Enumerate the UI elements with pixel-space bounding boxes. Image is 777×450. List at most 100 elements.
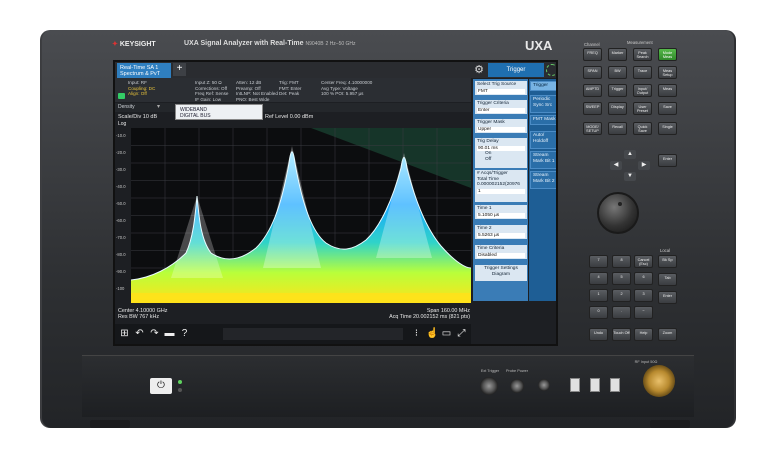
frequency-settings: Center Freq: 4.10000000 Avg Type: Voltage… — [321, 80, 373, 96]
window-icon[interactable]: ▭ — [441, 328, 452, 339]
softkey-time-1[interactable]: Time 1 5.1050 µs — [475, 205, 527, 219]
key-span[interactable]: SPAN — [583, 66, 602, 79]
key-num-3[interactable]: 3 — [634, 289, 653, 302]
key-peak-search[interactable]: Peak Search — [633, 48, 652, 61]
taskbar: ⊞ ↶ ↷ ▬ ? ⁝ ☝ ▭ ⤢ — [115, 324, 471, 344]
product-name: UXA — [525, 38, 553, 53]
key-single[interactable]: Single — [658, 122, 677, 135]
grid-icon[interactable]: ⁝ — [411, 328, 422, 339]
arrow-left-icon[interactable]: ◀ — [610, 161, 622, 170]
power-icon[interactable]: ⏻ — [150, 378, 172, 394]
key-save[interactable]: Save — [658, 102, 677, 115]
view-selector[interactable]: Density ▾ — [115, 103, 471, 112]
tab-periodic-sync[interactable]: Periodic Sync Src — [530, 95, 556, 113]
trigger-settings: Trig: FMT FMT: Enter Det: Peak — [279, 80, 302, 96]
tab-realtime-sa[interactable]: Real-Time SA 1 Spectrum & PvT — [117, 63, 171, 78]
y-tick: -30.0 — [116, 167, 126, 172]
front-connector-panel — [82, 355, 694, 417]
usb-port[interactable] — [570, 378, 580, 392]
ref-level: Ref Level 0.00 dBm — [265, 114, 314, 120]
key-num-8[interactable]: 8 — [612, 255, 631, 268]
gear-icon[interactable]: ⚙ — [473, 64, 485, 76]
arrow-pad: ▲ ◀ ▶ ▼ — [606, 150, 654, 182]
atten-settings: Atten: 12 dB Preamp: Off IntLNP: Not Enabl… — [236, 80, 278, 102]
softkey-trig-delay[interactable]: Trig Delay 90.01 ms On Off — [475, 138, 527, 168]
arrow-down-icon[interactable]: ▼ — [624, 172, 636, 181]
key-num-7[interactable]: 7 — [589, 255, 608, 268]
key-zoom[interactable]: Zoom — [658, 328, 677, 341]
ext-trigger-connector[interactable] — [480, 377, 498, 395]
softkey-acqs-per-trigger[interactable]: # Acqs/Trigger Total Time 0.000002152(2097… — [475, 170, 527, 202]
add-tab-button[interactable]: + — [173, 63, 186, 76]
status-ring-icon[interactable] — [546, 64, 556, 76]
key-sweep[interactable]: SWEEP — [583, 102, 602, 115]
fullscreen-icon[interactable]: ⤢ — [456, 328, 467, 339]
foot — [90, 420, 130, 428]
key-trigger[interactable]: Trigger — [608, 84, 627, 97]
key-enter[interactable]: Enter — [658, 154, 677, 167]
undo-icon[interactable]: ↶ — [134, 328, 145, 339]
key-tab[interactable]: Tab — [658, 273, 677, 286]
tab-auto-holdoff[interactable]: Auto/ Holdoff — [530, 131, 556, 149]
file-icon[interactable]: ▬ — [164, 328, 175, 339]
rotary-knob[interactable] — [597, 192, 639, 234]
channel-group-label: Channel — [584, 42, 600, 47]
screen-tab-bar: Real-Time SA 1 Spectrum & PvT + ⚙ Trigge… — [115, 62, 556, 78]
tab-stream-mark-1[interactable]: Stream Mark Bit 1 — [530, 151, 556, 169]
y-tick: -20.0 — [116, 150, 126, 155]
key-marker[interactable]: Marker — [608, 48, 627, 61]
key-user-preset[interactable]: User Preset — [633, 102, 652, 115]
tab-fmt-mask[interactable]: FMT Mask — [530, 115, 556, 125]
key-minus[interactable]: − — [634, 306, 653, 319]
softkey-trigger-mask[interactable]: Trigger Mask Upper — [475, 119, 527, 133]
softkey-time-2[interactable]: Time 2 5.5263 µs — [475, 225, 527, 239]
trigger-menu-button[interactable]: Trigger — [488, 63, 544, 77]
tab-trigger[interactable]: Trigger — [530, 81, 556, 91]
key-quick-save[interactable]: Quick Save — [633, 122, 652, 135]
tab-stream-mark-2[interactable]: Stream Mark Bit 2 — [530, 171, 556, 189]
arrow-right-icon[interactable]: ▶ — [638, 161, 650, 170]
key-num-1[interactable]: 1 — [589, 289, 608, 302]
trigger-settings-diagram-button[interactable]: Trigger Settings Diagram — [475, 265, 527, 281]
key-num-4[interactable]: 4 — [589, 272, 608, 285]
key-meas[interactable]: Meas — [658, 84, 677, 97]
probe-power-connector[interactable] — [510, 379, 524, 393]
key-touch-off[interactable]: Touch Off — [612, 328, 631, 341]
key-enter-numeric[interactable]: Enter — [658, 291, 677, 304]
key-num-6[interactable]: 6 — [634, 272, 653, 285]
key-freq[interactable]: FREQ — [583, 48, 602, 61]
display-screen: Real-Time SA 1 Spectrum & PvT + ⚙ Trigge… — [113, 60, 558, 346]
softkey-trig-source[interactable]: Select Trig Source FMT — [475, 81, 527, 95]
key-backspace[interactable]: Bk Sp — [658, 255, 677, 268]
touch-icon[interactable]: ☝ — [426, 328, 438, 339]
key-dot[interactable]: . — [612, 306, 631, 319]
windows-icon[interactable]: ⊞ — [119, 328, 130, 339]
usb-port[interactable] — [590, 378, 600, 392]
key-mode-meas[interactable]: Mode Meas — [658, 48, 677, 61]
usb-port[interactable] — [610, 378, 620, 392]
key-meas-setup[interactable]: Meas Setup — [658, 66, 677, 79]
key-undo[interactable]: Undo — [589, 328, 608, 341]
key-num-2[interactable]: 2 — [612, 289, 631, 302]
key-bw[interactable]: BW — [608, 66, 627, 79]
arrow-up-icon[interactable]: ▲ — [624, 150, 636, 159]
softkey-trigger-criteria[interactable]: Trigger Criteria Enter — [475, 100, 527, 114]
key-mode-setup[interactable]: MODE/ SETUP — [583, 122, 602, 135]
rf-input-connector[interactable] — [643, 365, 675, 397]
headphone-jack[interactable] — [538, 379, 550, 391]
key-recall[interactable]: Recall — [608, 122, 627, 135]
redo-icon[interactable]: ↷ — [149, 328, 160, 339]
key-num-5[interactable]: 5 — [612, 272, 631, 285]
softkey-time-criteria[interactable]: Time Criteria Disabled — [475, 245, 527, 259]
key-help[interactable]: Help — [634, 328, 653, 341]
key-trace[interactable]: Trace — [633, 66, 652, 79]
settings-panel[interactable]: Input: RF Coupling: DC Align: Off Input Z:… — [115, 78, 471, 102]
brand-logo: ✦ KEYSIGHT — [112, 41, 156, 48]
key-display[interactable]: Display — [608, 102, 627, 115]
key-amptd[interactable]: AMPTD — [583, 84, 602, 97]
key-input-output[interactable]: Input/ Output — [633, 84, 652, 97]
key-cancel[interactable]: Cancel (Esc) — [634, 255, 653, 268]
help-icon[interactable]: ? — [179, 328, 190, 339]
density-plot[interactable] — [131, 128, 471, 303]
key-num-0[interactable]: 0 — [589, 306, 608, 319]
